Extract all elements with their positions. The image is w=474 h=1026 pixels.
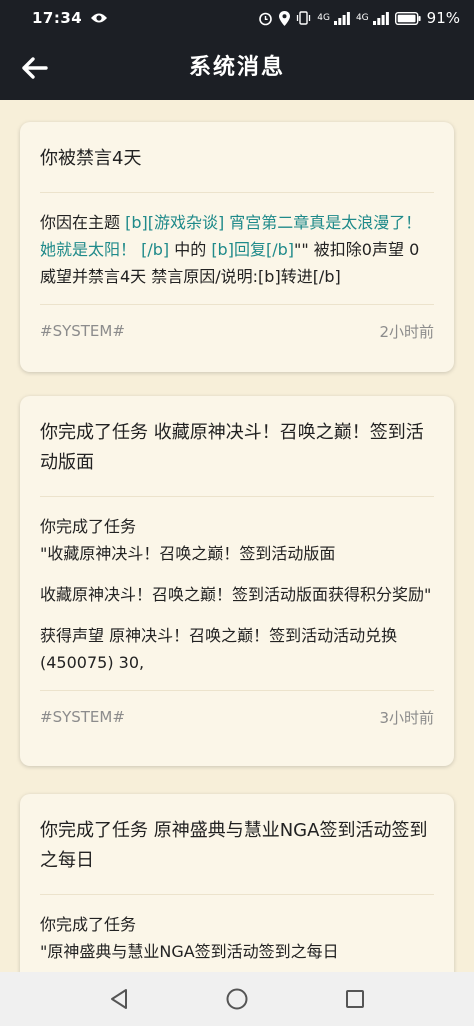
message-card[interactable]: 你完成了任务 收藏原神决斗！召唤之巅！签到活动版面 你完成了任务 "收藏原神决斗… [20,396,454,766]
message-body: 你因在主题 [b][游戏杂谈] 宵宫第二章真是太浪漫了！她就是太阳！ [/b] … [40,193,434,290]
message-paragraph: 你完成了任务 "收藏原神决斗！召唤之巅！签到活动版面 [40,517,336,563]
alarm-icon [258,11,273,26]
system-nav-bar [0,972,474,1026]
message-title: 你完成了任务 原神盛典与慧业NGA签到活动签到之每日 [40,820,428,871]
reply-link[interactable]: [b]回复[/b] [211,240,294,259]
status-bar: 17:34 4G 4G 91% [0,0,474,36]
battery-percent: 91% [426,9,460,27]
network-type-1: 4G [317,12,330,23]
triangle-back-icon [109,988,129,1010]
message-text: 你因在主题 [40,213,126,232]
message-text: 中的 [169,240,212,259]
message-title: 你完成了任务 收藏原神决斗！召唤之巅！签到活动版面 [40,422,424,473]
signal-icon-2 [372,11,389,25]
message-paragraph: 你因在主题 [b][游戏杂谈] 宵宫第二章真是太浪漫了！她就是太阳！ [/b] … [40,209,434,290]
eye-icon [90,12,108,24]
status-time: 17:34 [32,9,83,27]
system-tag: #SYSTEM# [40,322,125,340]
message-footer: #SYSTEM# 3小时前 [40,691,434,743]
message-time: 2小时前 [379,322,434,341]
app-bar: 系统消息 [0,36,474,100]
message-card[interactable]: 你被禁言4天 你因在主题 [b][游戏杂谈] 宵宫第二章真是太浪漫了！她就是太阳… [20,122,454,372]
message-paragraph: 你完成了任务 "原神盛典与慧业NGA签到活动签到之每日 [40,915,339,961]
nav-home-button[interactable] [217,979,257,1019]
nav-back-button[interactable] [99,979,139,1019]
message-title: 你被禁言4天 [40,148,142,169]
square-recents-icon [345,989,365,1009]
page-title: 系统消息 [188,55,285,80]
message-body: 你完成了任务 "原神盛典与慧业NGA签到活动签到之每日 [40,895,434,965]
message-list[interactable]: 你被禁言4天 你因在主题 [b][游戏杂谈] 宵宫第二章真是太浪漫了！她就是太阳… [0,100,474,972]
message-body: 你完成了任务 "收藏原神决斗！召唤之巅！签到活动版面 收藏原神决斗！召唤之巅！签… [40,497,434,676]
network-type-2: 4G [355,12,369,23]
system-tag: #SYSTEM# [40,708,125,726]
signal-icon-1 [333,11,350,25]
message-time: 3小时前 [379,708,434,727]
message-card[interactable]: 你完成了任务 原神盛典与慧业NGA签到活动签到之每日 你完成了任务 "原神盛典与… [20,794,454,972]
message-paragraph: 获得声望 原神决斗！召唤之巅！签到活动活动兑换(450075) 30, [40,626,398,672]
battery-icon [394,11,421,25]
location-icon [279,10,291,26]
vibrate-icon [296,11,311,25]
nav-recents-button[interactable] [335,979,375,1019]
circle-home-icon [225,987,249,1011]
message-footer: #SYSTEM# 2小时前 [40,305,434,357]
message-paragraph: 收藏原神决斗！召唤之巅！签到活动版面获得积分奖励" [40,585,432,604]
